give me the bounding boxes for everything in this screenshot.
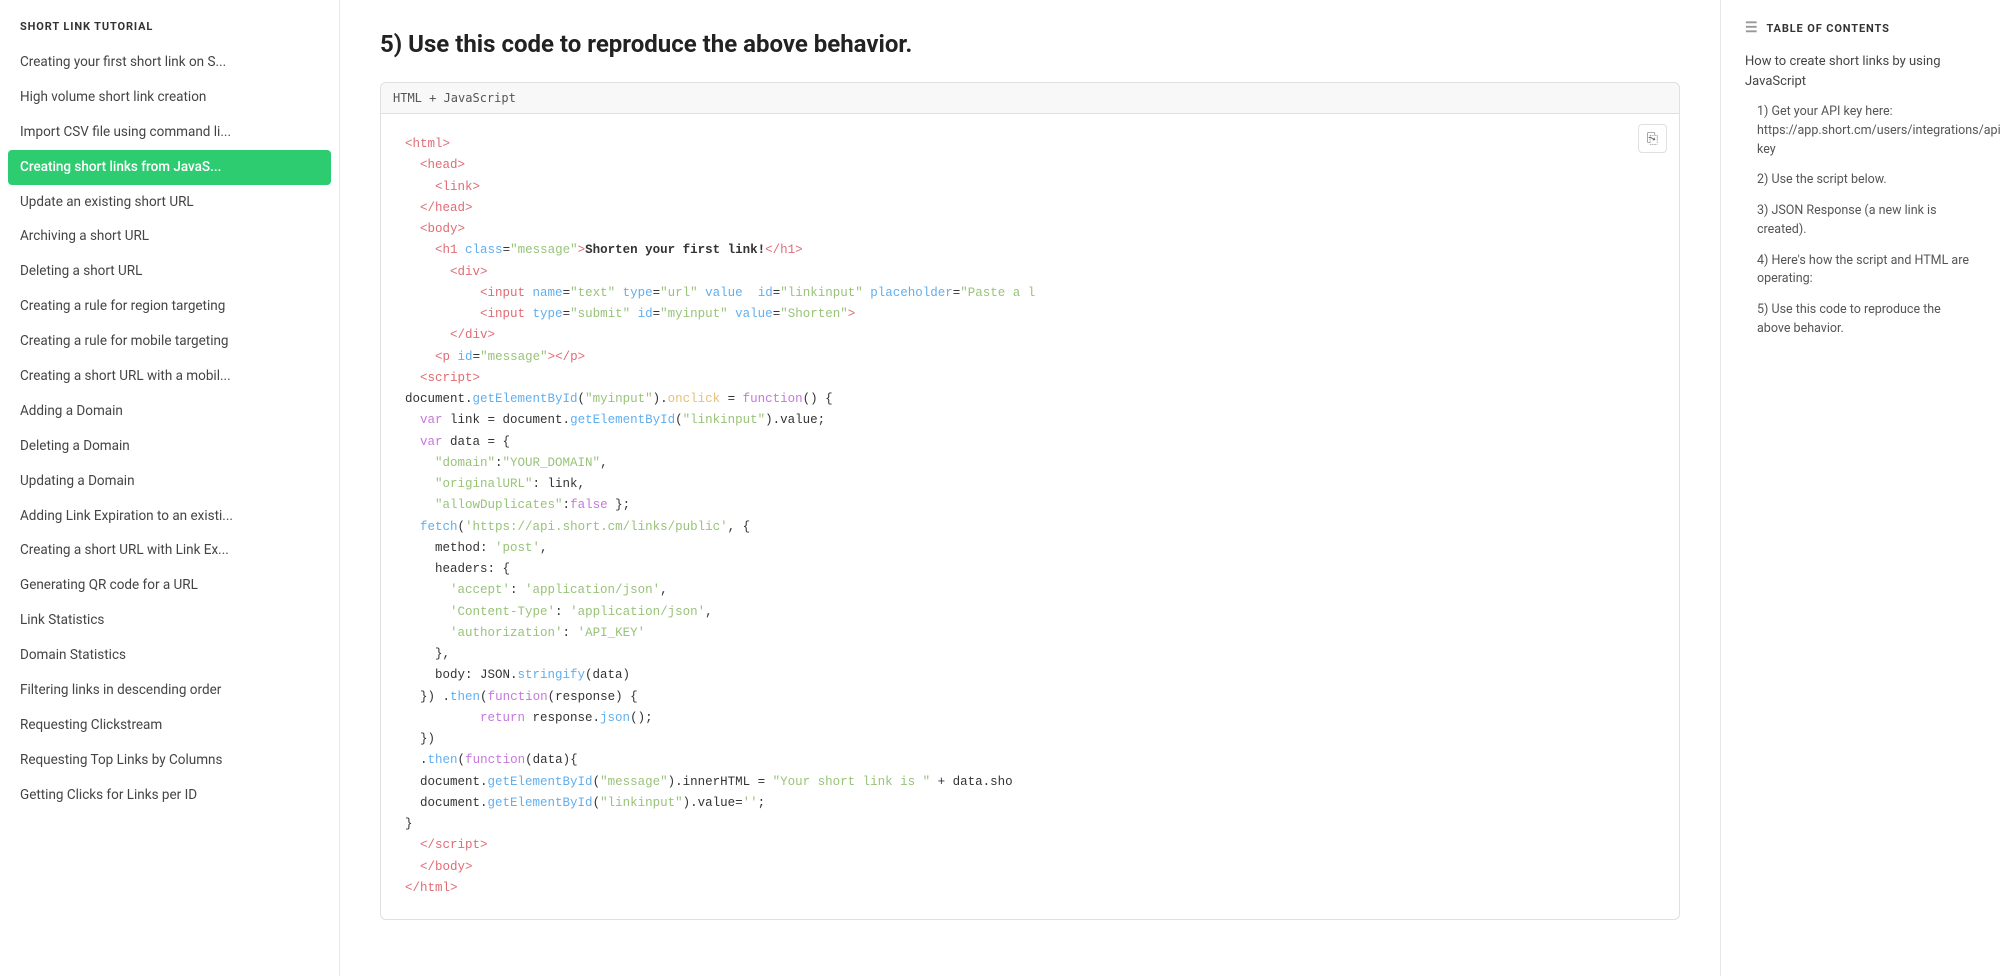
sidebar-item-item-7[interactable]: Deleting a short URL [0,254,339,289]
sidebar-item-item-5[interactable]: Update an existing short URL [0,185,339,220]
sidebar-item-item-12[interactable]: Deleting a Domain [0,429,339,464]
sidebar-item-item-18[interactable]: Domain Statistics [0,638,339,673]
sidebar-title: SHORT LINK TUTORIAL [0,20,339,45]
sidebar-item-item-19[interactable]: Filtering links in descending order [0,673,339,708]
toc-sidebar: ☰ TABLE OF CONTENTS How to create short … [1720,0,2000,976]
toc-item-toc-1[interactable]: How to create short links by using JavaS… [1745,52,1976,91]
toc-item-toc-5[interactable]: 4) Here's how the script and HTML are op… [1757,252,1976,290]
sidebar-item-item-6[interactable]: Archiving a short URL [0,219,339,254]
sidebar-item-item-10[interactable]: Creating a short URL with a mobil... [0,359,339,394]
sidebar: SHORT LINK TUTORIAL Creating your first … [0,0,340,976]
sidebar-item-item-8[interactable]: Creating a rule for region targeting [0,289,339,324]
sidebar-item-item-15[interactable]: Creating a short URL with Link Ex... [0,533,339,568]
sidebar-item-item-21[interactable]: Requesting Top Links by Columns [0,743,339,778]
page-title: 5) Use this code to reproduce the above … [380,30,1680,58]
sidebar-item-item-4[interactable]: Creating short links from JavaS... [8,150,331,185]
code-tab-label: HTML + JavaScript [393,91,516,105]
code-block: <html> <head> <link> </head> <body> <h1 … [381,114,1679,919]
code-tab-bar: HTML + JavaScript [380,82,1680,113]
sidebar-item-item-14[interactable]: Adding Link Expiration to an existi... [0,499,339,534]
sidebar-item-item-20[interactable]: Requesting Clickstream [0,708,339,743]
code-container: ⎘ <html> <head> <link> </head> <body> <h… [380,113,1680,920]
sidebar-item-item-22[interactable]: Getting Clicks for Links per ID [0,778,339,813]
toc-icon: ☰ [1745,20,1758,36]
copy-button[interactable]: ⎘ [1638,124,1667,153]
sidebar-item-item-9[interactable]: Creating a rule for mobile targeting [0,324,339,359]
sidebar-item-item-16[interactable]: Generating QR code for a URL [0,568,339,603]
toc-item-toc-3[interactable]: 2) Use the script below. [1757,171,1976,190]
sidebar-item-item-3[interactable]: Import CSV file using command li... [0,115,339,150]
toc-header: ☰ TABLE OF CONTENTS [1745,20,1976,36]
toc-title: TABLE OF CONTENTS [1766,22,1889,35]
sidebar-item-item-11[interactable]: Adding a Domain [0,394,339,429]
sidebar-item-item-13[interactable]: Updating a Domain [0,464,339,499]
toc-item-toc-4[interactable]: 3) JSON Response (a new link is created)… [1757,202,1976,240]
sidebar-item-item-1[interactable]: Creating your first short link on S... [0,45,339,80]
main-content: 5) Use this code to reproduce the above … [340,0,1720,976]
toc-item-toc-6[interactable]: 5) Use this code to reproduce the above … [1757,301,1976,339]
sidebar-item-item-2[interactable]: High volume short link creation [0,80,339,115]
toc-items-container: How to create short links by using JavaS… [1745,52,1976,339]
toc-item-toc-2[interactable]: 1) Get your API key here: https://app.sh… [1757,103,1976,159]
sidebar-item-item-17[interactable]: Link Statistics [0,603,339,638]
sidebar-items-container: Creating your first short link on S...Hi… [0,45,339,813]
